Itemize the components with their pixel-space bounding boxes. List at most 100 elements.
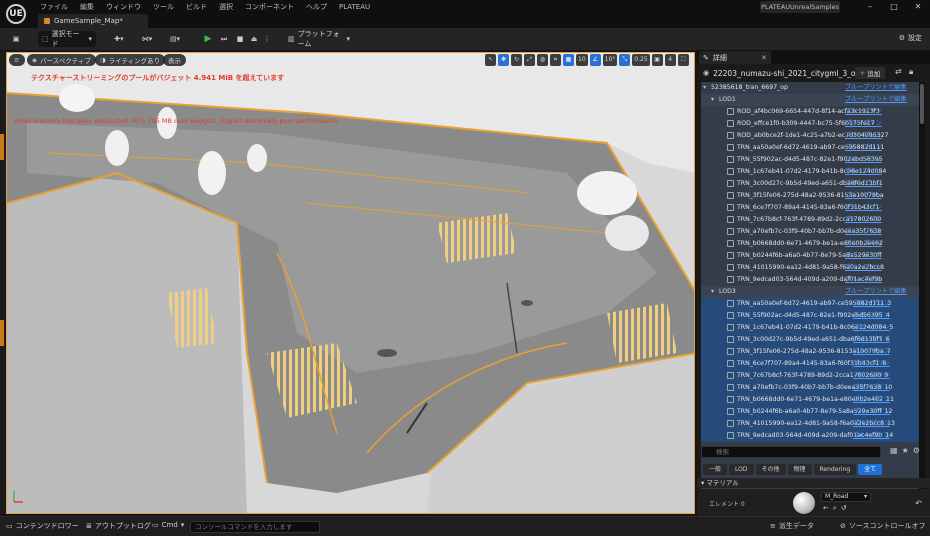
console-command-input[interactable] xyxy=(190,521,320,533)
edit-in-blueprint-link[interactable]: ブループリントで編集 xyxy=(845,286,907,298)
tree-row[interactable]: TRN_b0668dd0-6e71-4679-be1a-e80e0b2e462 ブ… xyxy=(701,238,919,250)
tree-row[interactable]: TRN_9edcad03-564d-409d-a209-daf01ac4ef9b… xyxy=(701,274,919,286)
play-icon[interactable]: ▶ xyxy=(202,31,214,47)
platform-dropdown[interactable]: ▥ プラットフォーム ▾ xyxy=(284,30,354,48)
blueprint-add-icon[interactable]: ⇄ xyxy=(895,67,902,76)
edit-in-blueprint-link[interactable]: ブループリン xyxy=(853,406,890,418)
save-icon[interactable]: ▣ xyxy=(8,31,24,47)
tab-map[interactable]: GameSample_Map* xyxy=(38,14,148,28)
tree-row[interactable]: TRN_55f902ac-d4d5-487c-82e1-f902ebd56395… xyxy=(701,310,919,322)
filter-lod[interactable]: LOD xyxy=(729,463,754,475)
edit-in-blueprint-link[interactable]: ブループリン xyxy=(853,310,890,322)
menu-component[interactable]: コンポーネント xyxy=(239,2,300,12)
edit-in-blueprint-link[interactable]: ブループリン xyxy=(845,250,882,262)
rotation-snap-icon[interactable]: ∠ xyxy=(589,54,601,66)
details-search-input[interactable] xyxy=(701,446,881,458)
edit-in-blueprint-link[interactable]: ブループリン xyxy=(845,106,882,118)
tree-row[interactable]: TRN_aa50a0ef-6d72-4619-ab97-ce595882d111… xyxy=(701,142,919,154)
tree-group-row[interactable]: ▾ LOD3 ブループリントで編集 xyxy=(701,286,919,298)
edit-in-blueprint-link[interactable]: ブループリン xyxy=(853,430,890,442)
material-thumbnail[interactable] xyxy=(793,492,815,514)
edit-in-blueprint-link[interactable]: ブループリン xyxy=(853,394,890,406)
edit-in-blueprint-link[interactable]: ブループリン xyxy=(845,214,882,226)
select-tool-icon[interactable]: ↖ xyxy=(485,54,496,66)
tree-row[interactable]: TRN_a70efb7c-03f9-40b7-bb7b-d0eea35f7638… xyxy=(701,226,919,238)
camera-speed-icon[interactable]: ▣ xyxy=(651,54,663,66)
settings-button[interactable]: ⚙ 設定 xyxy=(899,33,922,43)
tree-row[interactable]: TRN_6ce7f707-89a4-4145-83a6-f60f31b43cf1… xyxy=(701,202,919,214)
tree-row[interactable]: TRN_a70efb7c-03f9-40b7-bb7b-d0eea35f7638… xyxy=(701,382,919,394)
use-selected-icon[interactable]: ← xyxy=(823,504,829,513)
add-actor-icon[interactable]: ✚▾ xyxy=(110,31,128,47)
edit-in-blueprint-link[interactable]: ブループリン xyxy=(845,238,882,250)
maximize-viewport-icon[interactable]: ⛶ xyxy=(677,54,689,66)
tree-row[interactable]: TRN_41015990-ea12-4d81-9a58-f6a0a2e2bcc8… xyxy=(701,262,919,274)
output-log-button[interactable]: ≣ アウトプットログ xyxy=(86,521,151,531)
tree-row[interactable]: TRN_55f902ac-d4d5-487c-82e1-f902ebd56395… xyxy=(701,154,919,166)
edit-in-blueprint-link[interactable]: ブループリン xyxy=(853,334,890,346)
grid-snap-icon[interactable]: ▦ xyxy=(563,54,574,66)
gear-icon[interactable]: ⚙ xyxy=(913,446,920,455)
grid-view-icon[interactable]: ▦ xyxy=(890,446,898,455)
add-component-button[interactable]: + 追加 xyxy=(855,67,885,79)
tree-row[interactable]: ROD_af4bc069-6654-447d-8f14-acfa3c1913f3… xyxy=(701,106,919,118)
edit-in-blueprint-link[interactable]: ブループリン xyxy=(853,358,890,370)
edit-in-blueprint-link[interactable]: ブループリン xyxy=(845,142,882,154)
edit-in-blueprint-link[interactable]: ブループリン xyxy=(853,382,890,394)
filter-physics[interactable]: 物理 xyxy=(787,463,812,475)
menu-tools[interactable]: ツール xyxy=(147,2,180,12)
rotate-tool-icon[interactable]: ↻ xyxy=(511,54,522,66)
filter-rendering[interactable]: Rendering xyxy=(813,463,857,475)
tree-row[interactable]: TRN_9edcad03-564d-409d-a209-daf01ac4ef9b… xyxy=(701,430,919,442)
tree-row[interactable]: TRN_b0244f6b-a6a0-4b77-8e79-5a8a529e30ff… xyxy=(701,406,919,418)
tree-scrollbar[interactable] xyxy=(919,82,925,490)
edit-in-blueprint-link[interactable]: ブループリン xyxy=(853,298,890,310)
tree-row[interactable]: TRN_6ce7f707-89a4-4145-83a6-f60f31b43cf1… xyxy=(701,358,919,370)
close-button[interactable]: ✕ xyxy=(906,0,930,14)
source-control-button[interactable]: ⊘ ソースコントロールオフ xyxy=(840,521,926,531)
maximize-button[interactable]: □ xyxy=(882,0,906,14)
grid-snap-value[interactable]: 10 xyxy=(576,54,588,66)
unreal-logo-icon[interactable]: UE xyxy=(6,4,26,24)
tree-row[interactable]: TRN_1c67eb41-07d2-4179-b41b-8c06e124d084… xyxy=(701,322,919,334)
tree-group-row[interactable]: ▾ LOD1 ブループリントで編集 xyxy=(701,94,919,106)
expand-arrow-icon[interactable]: ▾ xyxy=(711,286,714,298)
reset-to-default-icon[interactable]: ↶ xyxy=(915,499,922,508)
edit-in-blueprint-link[interactable]: ブループリン xyxy=(853,370,890,382)
scale-snap-value[interactable]: 0.25 xyxy=(632,54,650,66)
edit-in-blueprint-link[interactable]: ブループリントで編集 xyxy=(845,94,907,106)
cmd-dropdown[interactable]: ▭ Cmd ▾ xyxy=(152,521,184,529)
content-drawer-button[interactable]: ▭ コンテンツドロワー xyxy=(6,521,79,531)
lighting-button[interactable]: ◑ ライティングあり xyxy=(95,54,166,66)
tree-row[interactable]: TRN_3f15fe06-275d-48a2-9536-8153a10079ba… xyxy=(701,190,919,202)
rotation-snap-value[interactable]: 10° xyxy=(602,54,618,66)
edit-in-blueprint-link[interactable]: ブループリン xyxy=(845,274,882,286)
edit-in-blueprint-link[interactable]: ブループリン xyxy=(845,178,882,190)
menu-file[interactable]: ファイル xyxy=(34,2,74,12)
blueprint-icon[interactable]: ⋈▾ xyxy=(138,31,156,47)
filter-all[interactable]: 全て xyxy=(858,463,883,475)
close-icon[interactable]: ✕ xyxy=(761,54,767,62)
reset-material-icon[interactable]: ↺ xyxy=(841,504,847,513)
expand-arrow-icon[interactable]: ▾ xyxy=(711,94,714,106)
filter-general[interactable]: 一般 xyxy=(703,463,728,475)
menu-help[interactable]: ヘルプ xyxy=(300,2,333,12)
edit-in-blueprint-link[interactable]: ブループリントで編集 xyxy=(845,82,907,94)
tree-row[interactable]: TRN_7c67b8cf-763f-4789-89d2-2cca17802600… xyxy=(701,214,919,226)
materials-section-header[interactable]: ▾ マテリアル xyxy=(697,478,930,488)
edit-in-blueprint-link[interactable]: ブループリン xyxy=(845,226,882,238)
tree-row[interactable]: TRN_3c00d27c-9b5d-49ed-a651-dba6f6d13bf1… xyxy=(701,178,919,190)
minimize-button[interactable]: – xyxy=(858,0,882,14)
dock-tab-indicator[interactable] xyxy=(0,320,4,346)
edit-in-blueprint-link[interactable]: ブループリン xyxy=(853,346,890,358)
camera-speed-value[interactable]: 4 xyxy=(664,54,676,66)
tree-row[interactable]: ROD_effce1f0-b309-4447-bc75-5f6b175fe17 ブ… xyxy=(701,118,919,130)
level-viewport[interactable]: ≡ ◈ パースペクティブ ◑ ライティングあり 表示 ↖ ✥ ↻ ⤢ ◍ ⌗ ▦… xyxy=(6,52,695,514)
tree-row[interactable]: TRN_b0668dd0-6e71-4679-be1a-e80e0b2e462_… xyxy=(701,394,919,406)
move-tool-icon[interactable]: ✥ xyxy=(498,54,509,66)
tree-row[interactable]: TRN_3f15fe06-275d-48a2-9536-8153a10079ba… xyxy=(701,346,919,358)
edit-in-blueprint-link[interactable]: ブループリン xyxy=(845,190,882,202)
lock-icon[interactable]: 🔒︎ xyxy=(909,67,913,77)
edit-in-blueprint-link[interactable]: ブループリン xyxy=(845,262,882,274)
dock-tab-indicator[interactable] xyxy=(0,134,4,160)
